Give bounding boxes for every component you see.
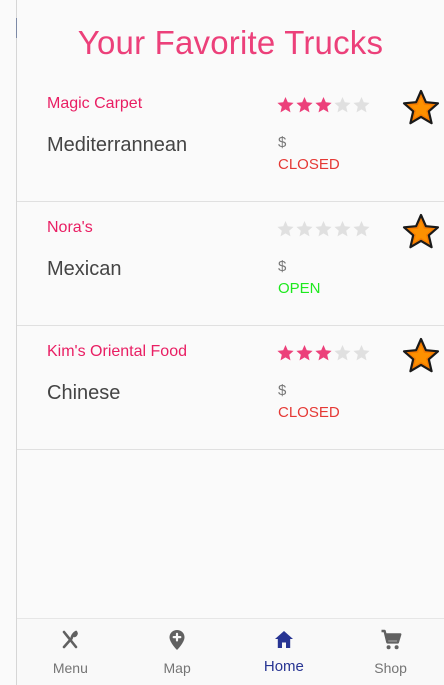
nav-home[interactable]: Home [231,619,338,685]
truck-status: OPEN [278,280,321,297]
star-empty-icon [334,97,351,113]
truck-row[interactable]: Magic Carpet Mediterrannean $ CLOSED [17,78,444,202]
star-empty-icon [334,345,351,361]
truck-name: Kim's Oriental Food [47,343,187,360]
star-filled-icon [315,97,332,113]
map-pin-plus-icon [169,630,185,650]
star-empty-icon [334,221,351,237]
favorite-star-icon[interactable] [402,89,440,127]
star-empty-icon [353,221,370,237]
star-empty-icon [277,221,294,237]
truck-list: Magic Carpet Mediterrannean $ CLOSED Nor… [17,78,444,450]
star-empty-icon [315,221,332,237]
truck-status: CLOSED [278,404,340,421]
fork-spoon-icon [63,630,79,649]
truck-price: $ [278,382,287,399]
favorite-star-icon[interactable] [402,337,440,375]
nav-shop[interactable]: Shop [337,619,444,685]
truck-name: Nora's [47,219,93,236]
truck-row[interactable]: Nora's Mexican $ OPEN [17,202,444,326]
truck-price: $ [278,258,287,275]
nav-map[interactable]: Map [124,619,231,685]
nav-label: Menu [52,660,88,676]
favorite-star-icon[interactable] [402,213,440,251]
truck-cuisine: Mexican [47,258,122,280]
star-empty-icon [353,345,370,361]
truck-status: CLOSED [278,156,340,173]
star-filled-icon [315,345,332,361]
favorites-screen: Your Favorite Trucks Magic Carpet Medite… [17,0,444,685]
star-filled-icon [277,345,294,361]
truck-cuisine: Mediterrannean [47,134,188,156]
star-filled-icon [296,97,313,113]
app-screen: Your Favorite Trucks Magic Carpet Medite… [0,0,444,685]
truck-rating [276,96,371,114]
star-filled-icon [277,97,294,113]
truck-cuisine: Chinese [47,382,121,404]
truck-rating [276,220,371,238]
nav-label: Home [263,658,304,675]
shopping-cart-icon [381,629,402,650]
bottom-navigation: Menu Map Home Shop [17,618,444,685]
truck-price: $ [278,134,287,151]
nav-label: Shop [374,660,407,676]
page-title: Your Favorite Trucks [77,24,384,61]
star-empty-icon [353,97,370,113]
truck-rating [276,344,371,362]
truck-row[interactable]: Kim's Oriental Food Chinese $ CLOSED [17,326,444,450]
truck-name: Magic Carpet [47,95,143,112]
nav-label: Map [163,660,191,676]
nav-menu[interactable]: Menu [17,619,124,685]
star-filled-icon [296,345,313,361]
star-empty-icon [296,221,313,237]
home-icon [274,631,293,648]
